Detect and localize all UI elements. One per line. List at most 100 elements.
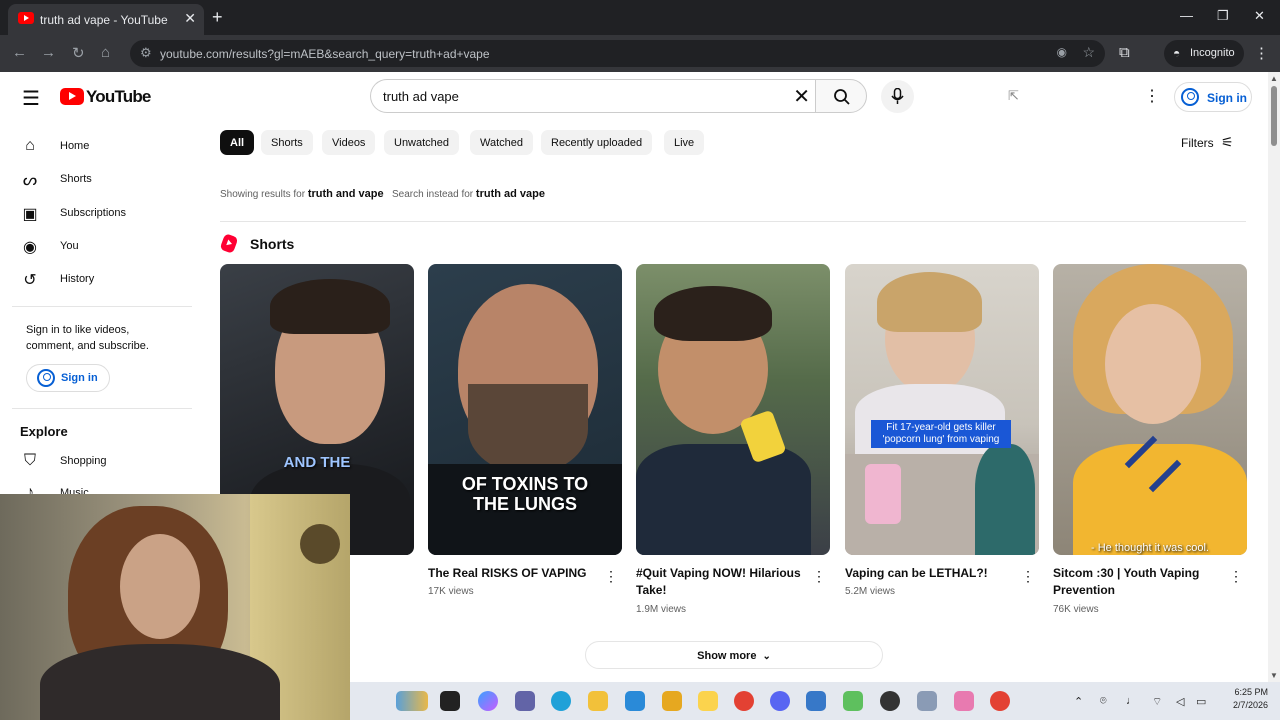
chip-live[interactable]: Live: [664, 130, 705, 155]
short-views: 76K views: [1053, 604, 1099, 615]
volume-icon[interactable]: ◁: [1176, 695, 1184, 708]
tracking-protection-icon[interactable]: ◉: [1057, 45, 1067, 59]
start-icon[interactable]: [440, 691, 460, 711]
youtube-logo-icon[interactable]: [60, 88, 84, 105]
discord-icon[interactable]: [770, 691, 790, 711]
voice-search-button[interactable]: [881, 80, 914, 113]
copilot-icon[interactable]: [478, 691, 498, 711]
maximize-icon[interactable]: ❐: [1217, 8, 1229, 24]
home-browser-icon[interactable]: ⌂: [101, 44, 110, 61]
doctor-figure: [975, 444, 1035, 555]
calendar-icon[interactable]: [806, 691, 826, 711]
address-bar[interactable]: ⚙ youtube.com/results?gl=mAEB&search_que…: [130, 40, 1105, 67]
chip-all[interactable]: All: [220, 130, 255, 155]
webcam-overlay: [0, 494, 350, 720]
sidebar-item-history[interactable]: ↺ History: [12, 264, 192, 294]
sidebar-divider: [12, 408, 192, 409]
sidebar-item-shorts[interactable]: ᔕ Shorts: [12, 164, 192, 194]
store-icon[interactable]: [625, 691, 645, 711]
clear-search-icon[interactable]: ✕: [793, 84, 810, 109]
short-more-icon[interactable]: ⋮: [812, 568, 826, 585]
obs-icon[interactable]: [880, 691, 900, 711]
page-scrollbar[interactable]: ▲ ▼: [1268, 72, 1280, 682]
corrected-query-link[interactable]: truth and vape: [308, 188, 384, 200]
short-more-icon[interactable]: ⋮: [604, 568, 618, 585]
app-icon[interactable]: [662, 691, 682, 711]
short-more-icon[interactable]: ⋮: [1021, 568, 1035, 585]
sidebar-item-you[interactable]: ◉ You: [12, 231, 192, 261]
short-thumbnail[interactable]: Fit 17-year-old gets killer 'popcorn lun…: [845, 264, 1039, 555]
chip-watched[interactable]: Watched: [470, 130, 534, 155]
camera-icon[interactable]: [917, 691, 937, 711]
short-title[interactable]: Vaping can be LETHAL?!: [845, 565, 1015, 582]
bookmark-star-icon[interactable]: ☆: [1082, 44, 1095, 61]
sidebar-signin-label: Sign in: [61, 372, 98, 384]
thumbnail-caption: Fit 17-year-old gets killer 'popcorn lun…: [871, 420, 1011, 448]
sidebar-item-shopping[interactable]: ⛉ Shopping: [12, 446, 192, 476]
photos-icon[interactable]: [843, 691, 863, 711]
url-text: youtube.com/results?gl=mAEB&search_query…: [160, 47, 490, 61]
short-more-icon[interactable]: ⋮: [1229, 568, 1243, 585]
shopping-icon: ⛉: [23, 452, 36, 469]
short-thumbnail[interactable]: [636, 264, 830, 555]
short-title[interactable]: Sitcom :30 | Youth Vaping Prevention: [1053, 565, 1223, 599]
chip-videos[interactable]: Videos: [322, 130, 376, 155]
youtube-header: ☰ YouTube truth ad vape ✕ ⇱ ⋮ Sign in: [0, 72, 1268, 122]
mic-tray-icon[interactable]: ♩: [1126, 695, 1137, 707]
network-icon[interactable]: ⌾: [1100, 695, 1107, 708]
subscriptions-icon: ▣: [22, 206, 38, 223]
short-title[interactable]: The Real RISKS OF VAPING: [428, 565, 598, 582]
incognito-badge[interactable]: ◓ Incognito: [1164, 40, 1244, 67]
scrollbar-thumb[interactable]: [1271, 86, 1277, 146]
notes-icon[interactable]: [698, 691, 718, 711]
chrome-incognito-icon[interactable]: [990, 691, 1010, 711]
back-icon[interactable]: ←: [12, 44, 27, 61]
wifi-icon[interactable]: ⌔: [1152, 695, 1162, 709]
split-view-icon[interactable]: ⧉: [1119, 44, 1130, 61]
settings-kebab-icon[interactable]: ⋮: [1144, 86, 1160, 106]
browser-tabbar: truth ad vape - YouTube ✕ + — ❐ ✕: [0, 0, 1280, 35]
filters-button[interactable]: Filters ⚟: [1181, 134, 1234, 150]
show-more-button[interactable]: Show more ⌄: [585, 641, 883, 669]
chip-recently-uploaded[interactable]: Recently uploaded: [541, 130, 653, 155]
teams-icon[interactable]: [515, 691, 535, 711]
window-close-icon[interactable]: ✕: [1254, 8, 1265, 24]
chip-unwatched[interactable]: Unwatched: [384, 130, 460, 155]
scroll-down-icon[interactable]: ▼: [1270, 671, 1278, 680]
forward-icon[interactable]: →: [41, 44, 56, 61]
scroll-up-icon[interactable]: ▲: [1270, 74, 1278, 83]
battery-icon[interactable]: ▭: [1196, 695, 1206, 708]
tray-chevron-icon[interactable]: ⌃: [1074, 695, 1083, 708]
search-input[interactable]: truth ad vape ✕: [370, 79, 816, 113]
minimize-icon[interactable]: —: [1180, 8, 1193, 23]
snipping-tool-icon[interactable]: [954, 691, 974, 711]
chip-shorts[interactable]: Shorts: [261, 130, 313, 155]
sidebar-signin-button[interactable]: Sign in: [26, 364, 110, 392]
sidebar-item-home[interactable]: ⌂ Home: [12, 131, 192, 161]
person-beard: [468, 384, 588, 474]
browser-tab[interactable]: truth ad vape - YouTube ✕: [8, 4, 204, 35]
account-icon: [1181, 88, 1199, 106]
browser-menu-icon[interactable]: ⋮: [1254, 44, 1269, 62]
taskbar-clock[interactable]: 6:25 PM 2/7/2026: [1212, 686, 1268, 712]
widgets-icon[interactable]: [396, 691, 428, 711]
section-divider: [220, 221, 1246, 222]
reload-icon[interactable]: ↻: [72, 44, 85, 62]
sidebar-item-subscriptions[interactable]: ▣ Subscriptions: [12, 198, 192, 228]
original-query-link[interactable]: truth ad vape: [476, 188, 545, 200]
chrome-icon[interactable]: [734, 691, 754, 711]
tab-close-icon[interactable]: ✕: [184, 10, 196, 27]
youtube-logo-text[interactable]: YouTube: [86, 87, 151, 107]
header-signin-button[interactable]: Sign in: [1174, 82, 1252, 112]
windows-taskbar: ⌃ ⌾ ♩ ⌔ ◁ ▭: [350, 682, 1280, 720]
search-button[interactable]: [815, 79, 867, 113]
hamburger-menu-icon[interactable]: ☰: [22, 86, 40, 111]
new-tab-icon[interactable]: +: [212, 7, 223, 28]
search-query[interactable]: truth ad vape: [383, 89, 459, 104]
short-thumbnail[interactable]: OF TOXINS TO THE LUNGS: [428, 264, 622, 555]
file-explorer-icon[interactable]: [588, 691, 608, 711]
short-thumbnail[interactable]: - He thought it was cool.: [1053, 264, 1247, 555]
edge-icon[interactable]: [551, 691, 571, 711]
short-title[interactable]: #Quit Vaping NOW! Hilarious Take!: [636, 565, 806, 599]
site-info-icon[interactable]: ⚙: [140, 45, 152, 61]
